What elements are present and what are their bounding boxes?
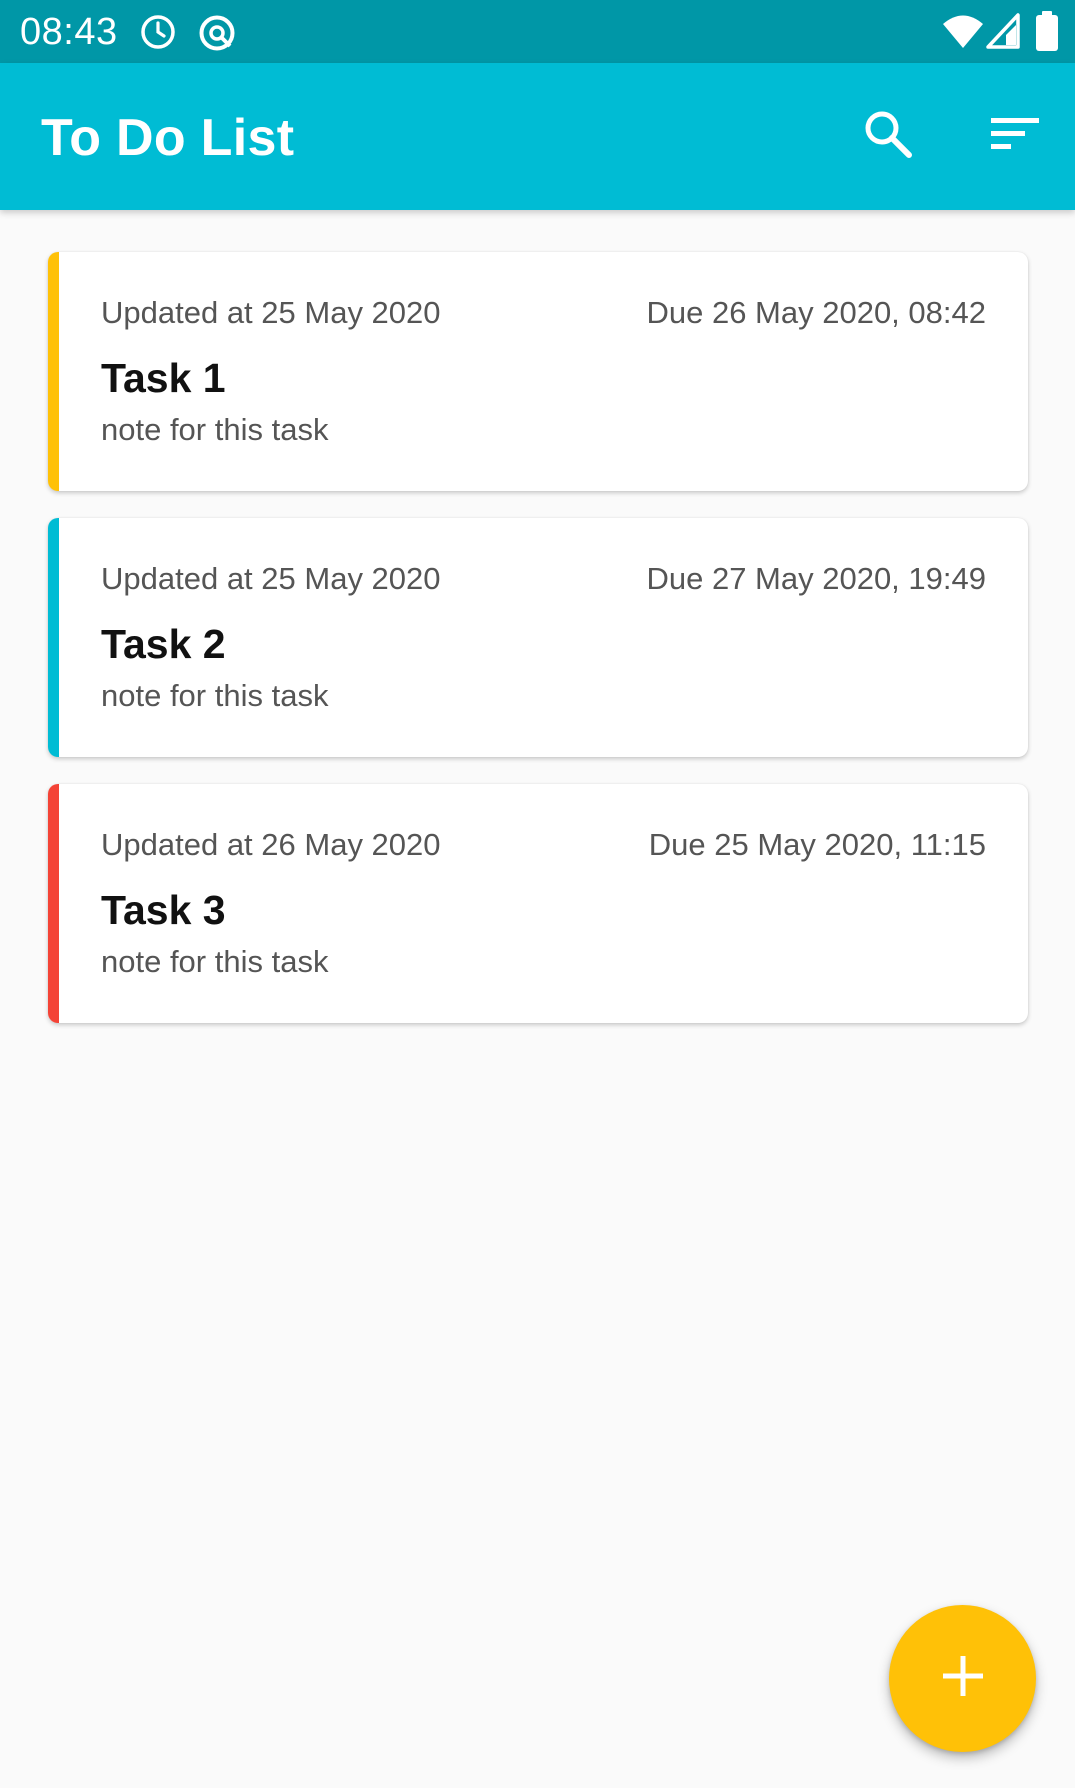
task-card[interactable]: Updated at 26 May 2020 Due 25 May 2020, … [48, 784, 1028, 1023]
task-updated: Updated at 25 May 2020 [101, 561, 441, 596]
sort-button[interactable] [975, 96, 1055, 176]
priority-stripe [48, 252, 59, 491]
task-due: Due 25 May 2020, 11:15 [648, 827, 986, 862]
alarm-icon [139, 13, 177, 51]
data-saver-icon [197, 13, 235, 51]
cellular-signal-icon [986, 13, 1020, 51]
task-note: note for this task [101, 678, 329, 713]
task-due: Due 27 May 2020, 19:49 [646, 561, 986, 596]
task-updated: Updated at 25 May 2020 [101, 295, 441, 330]
app-bar: To Do List [0, 63, 1075, 210]
priority-stripe [48, 518, 59, 757]
search-button[interactable] [848, 96, 928, 176]
task-updated: Updated at 26 May 2020 [101, 827, 441, 862]
search-icon [862, 108, 914, 165]
task-note: note for this task [101, 944, 329, 979]
wifi-icon [942, 13, 984, 51]
priority-stripe [48, 784, 59, 1023]
task-card[interactable]: Updated at 25 May 2020 Due 27 May 2020, … [48, 518, 1028, 757]
add-task-button[interactable] [889, 1605, 1036, 1752]
task-note: note for this task [101, 412, 329, 447]
status-time: 08:43 [20, 11, 118, 53]
plus-icon [941, 1654, 985, 1703]
task-due: Due 26 May 2020, 08:42 [646, 295, 986, 330]
task-card[interactable]: Updated at 25 May 2020 Due 26 May 2020, … [48, 252, 1028, 491]
sort-icon [989, 114, 1041, 159]
task-title: Task 3 [101, 887, 226, 933]
battery-icon [1036, 11, 1058, 51]
app-title: To Do List [41, 109, 295, 167]
status-bar: 08:43 [0, 0, 1075, 63]
task-title: Task 2 [101, 621, 226, 667]
task-title: Task 1 [101, 355, 226, 401]
